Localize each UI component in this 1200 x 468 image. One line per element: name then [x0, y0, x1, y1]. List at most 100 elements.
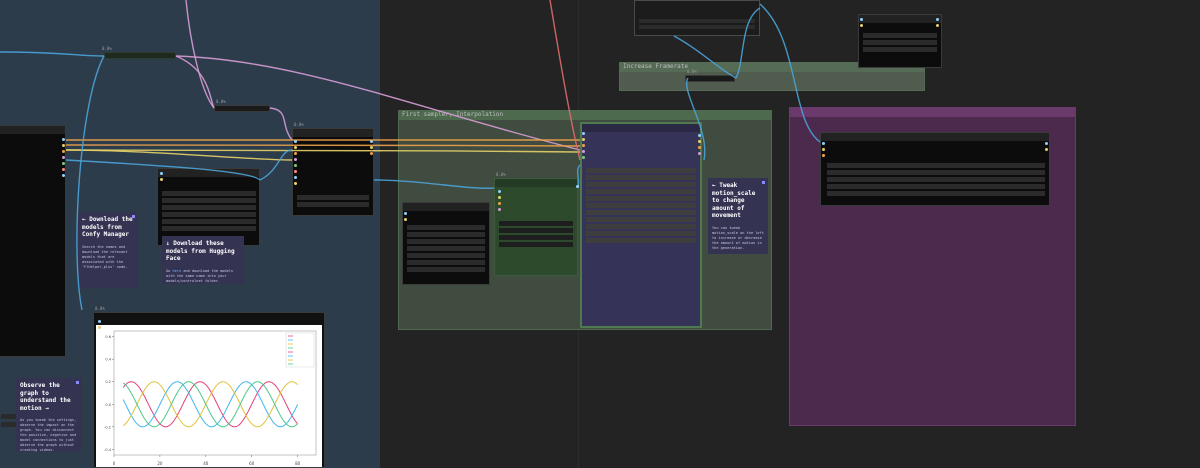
node-widget[interactable]: [586, 196, 696, 201]
node-port[interactable]: [404, 218, 407, 221]
node-widget[interactable]: [827, 191, 1045, 196]
node-port[interactable]: [98, 326, 101, 329]
node-widget[interactable]: [499, 235, 573, 240]
node-widget[interactable]: [407, 239, 485, 244]
node-port[interactable]: [62, 138, 65, 141]
video-combine-node[interactable]: [820, 132, 1050, 206]
node-port[interactable]: [62, 168, 65, 171]
node-port[interactable]: [498, 202, 501, 205]
node-port[interactable]: [698, 140, 701, 143]
node-port[interactable]: [160, 178, 163, 181]
node-header[interactable]: [859, 15, 941, 23]
node-widget[interactable]: [586, 224, 696, 229]
apply-node[interactable]: 0.0%: [292, 122, 374, 216]
node-port[interactable]: [498, 208, 501, 211]
node-header[interactable]: [495, 179, 577, 187]
node-widget[interactable]: [407, 232, 485, 237]
node-header[interactable]: [403, 203, 489, 211]
node-widget[interactable]: [297, 195, 369, 200]
motion-graph-node[interactable]: 0.0% 0 20 40 60 80 0.6 0.4 0.2 0.0 -0.2 -0.4: [93, 306, 325, 468]
note-motion-scale[interactable]: ← Tweak motion_scale to change amount of…: [708, 178, 768, 254]
node-port[interactable]: [822, 154, 825, 157]
node-widget[interactable]: [586, 182, 696, 187]
node-port[interactable]: [582, 132, 585, 135]
node-port[interactable]: [822, 142, 825, 145]
node-widget[interactable]: [162, 226, 256, 231]
node-widget[interactable]: [586, 203, 696, 208]
node-widget[interactable]: [586, 217, 696, 222]
node-port[interactable]: [822, 148, 825, 151]
node-port[interactable]: [294, 146, 297, 149]
node-widget[interactable]: [407, 267, 485, 272]
node-port[interactable]: [294, 176, 297, 179]
node-widget[interactable]: [639, 25, 755, 29]
node-widget[interactable]: [827, 170, 1045, 175]
node-port[interactable]: [582, 150, 585, 153]
reroute-node-a[interactable]: 0.0%: [102, 46, 176, 59]
node-port[interactable]: [1045, 142, 1048, 145]
controlnet-loader-node[interactable]: [157, 168, 260, 246]
node-port[interactable]: [62, 150, 65, 153]
reroute-node-b[interactable]: 0.0%: [214, 99, 270, 112]
node-port[interactable]: [576, 185, 579, 188]
node-port[interactable]: [1045, 148, 1048, 151]
node-header[interactable]: [293, 129, 373, 137]
top-center-node[interactable]: [634, 0, 760, 36]
node-widget[interactable]: [863, 33, 937, 38]
node-port[interactable]: [62, 174, 65, 177]
node-widget[interactable]: [827, 184, 1045, 189]
node-widget[interactable]: [297, 202, 369, 207]
node-port[interactable]: [582, 144, 585, 147]
node-widget[interactable]: [586, 238, 696, 243]
node-header[interactable]: [821, 133, 1049, 141]
load-checkpoint-node[interactable]: [0, 125, 66, 427]
note-confy-manager[interactable]: ← Download the models from Confy Manager…: [78, 212, 138, 288]
node-port[interactable]: [98, 320, 101, 323]
ksampler-node[interactable]: [580, 122, 702, 328]
node-port[interactable]: [294, 140, 297, 143]
node-port[interactable]: [698, 152, 701, 155]
node-port[interactable]: [698, 146, 701, 149]
node-header[interactable]: [158, 169, 259, 177]
node-port[interactable]: [62, 156, 65, 159]
node-port[interactable]: [294, 152, 297, 155]
node-widget[interactable]: [407, 260, 485, 265]
node-port[interactable]: [582, 138, 585, 141]
node-widget[interactable]: [162, 191, 256, 196]
node-port[interactable]: [294, 182, 297, 185]
node-port[interactable]: [294, 164, 297, 167]
node-widget[interactable]: [162, 212, 256, 217]
node-canvas[interactable]: First sampler, Interpolation Increase Fr…: [0, 0, 1200, 468]
node-port[interactable]: [582, 156, 585, 159]
top-right-node[interactable]: [858, 14, 942, 68]
node-widget[interactable]: [499, 221, 573, 226]
node-port[interactable]: [860, 18, 863, 21]
node-port[interactable]: [294, 170, 297, 173]
node-port[interactable]: [498, 190, 501, 193]
node-port[interactable]: [404, 212, 407, 215]
node-port[interactable]: [370, 146, 373, 149]
node-widget[interactable]: [162, 198, 256, 203]
node-port[interactable]: [860, 24, 863, 27]
node-port[interactable]: [370, 152, 373, 155]
node-widget[interactable]: [827, 177, 1045, 182]
node-port[interactable]: [160, 172, 163, 175]
node-widget[interactable]: [639, 19, 755, 23]
node-widget[interactable]: [586, 175, 696, 180]
node-widget[interactable]: [407, 225, 485, 230]
node-widget[interactable]: [499, 228, 573, 233]
sampler-settings-node[interactable]: [402, 202, 490, 285]
node-widget[interactable]: [162, 205, 256, 210]
node-widget[interactable]: [499, 242, 573, 247]
node-widget[interactable]: [586, 231, 696, 236]
node-widget[interactable]: [586, 210, 696, 215]
node-widget[interactable]: [586, 168, 696, 173]
animatediff-node[interactable]: 0.0%: [494, 172, 578, 276]
rife-interpolation-node[interactable]: 0.0%: [685, 69, 735, 82]
node-port[interactable]: [62, 162, 65, 165]
node-widget[interactable]: [407, 253, 485, 258]
node-widget[interactable]: [863, 47, 937, 52]
node-header[interactable]: [582, 124, 700, 132]
note-observe-graph[interactable]: Observe the graph to understand the moti…: [16, 378, 82, 452]
node-header[interactable]: [0, 126, 65, 134]
